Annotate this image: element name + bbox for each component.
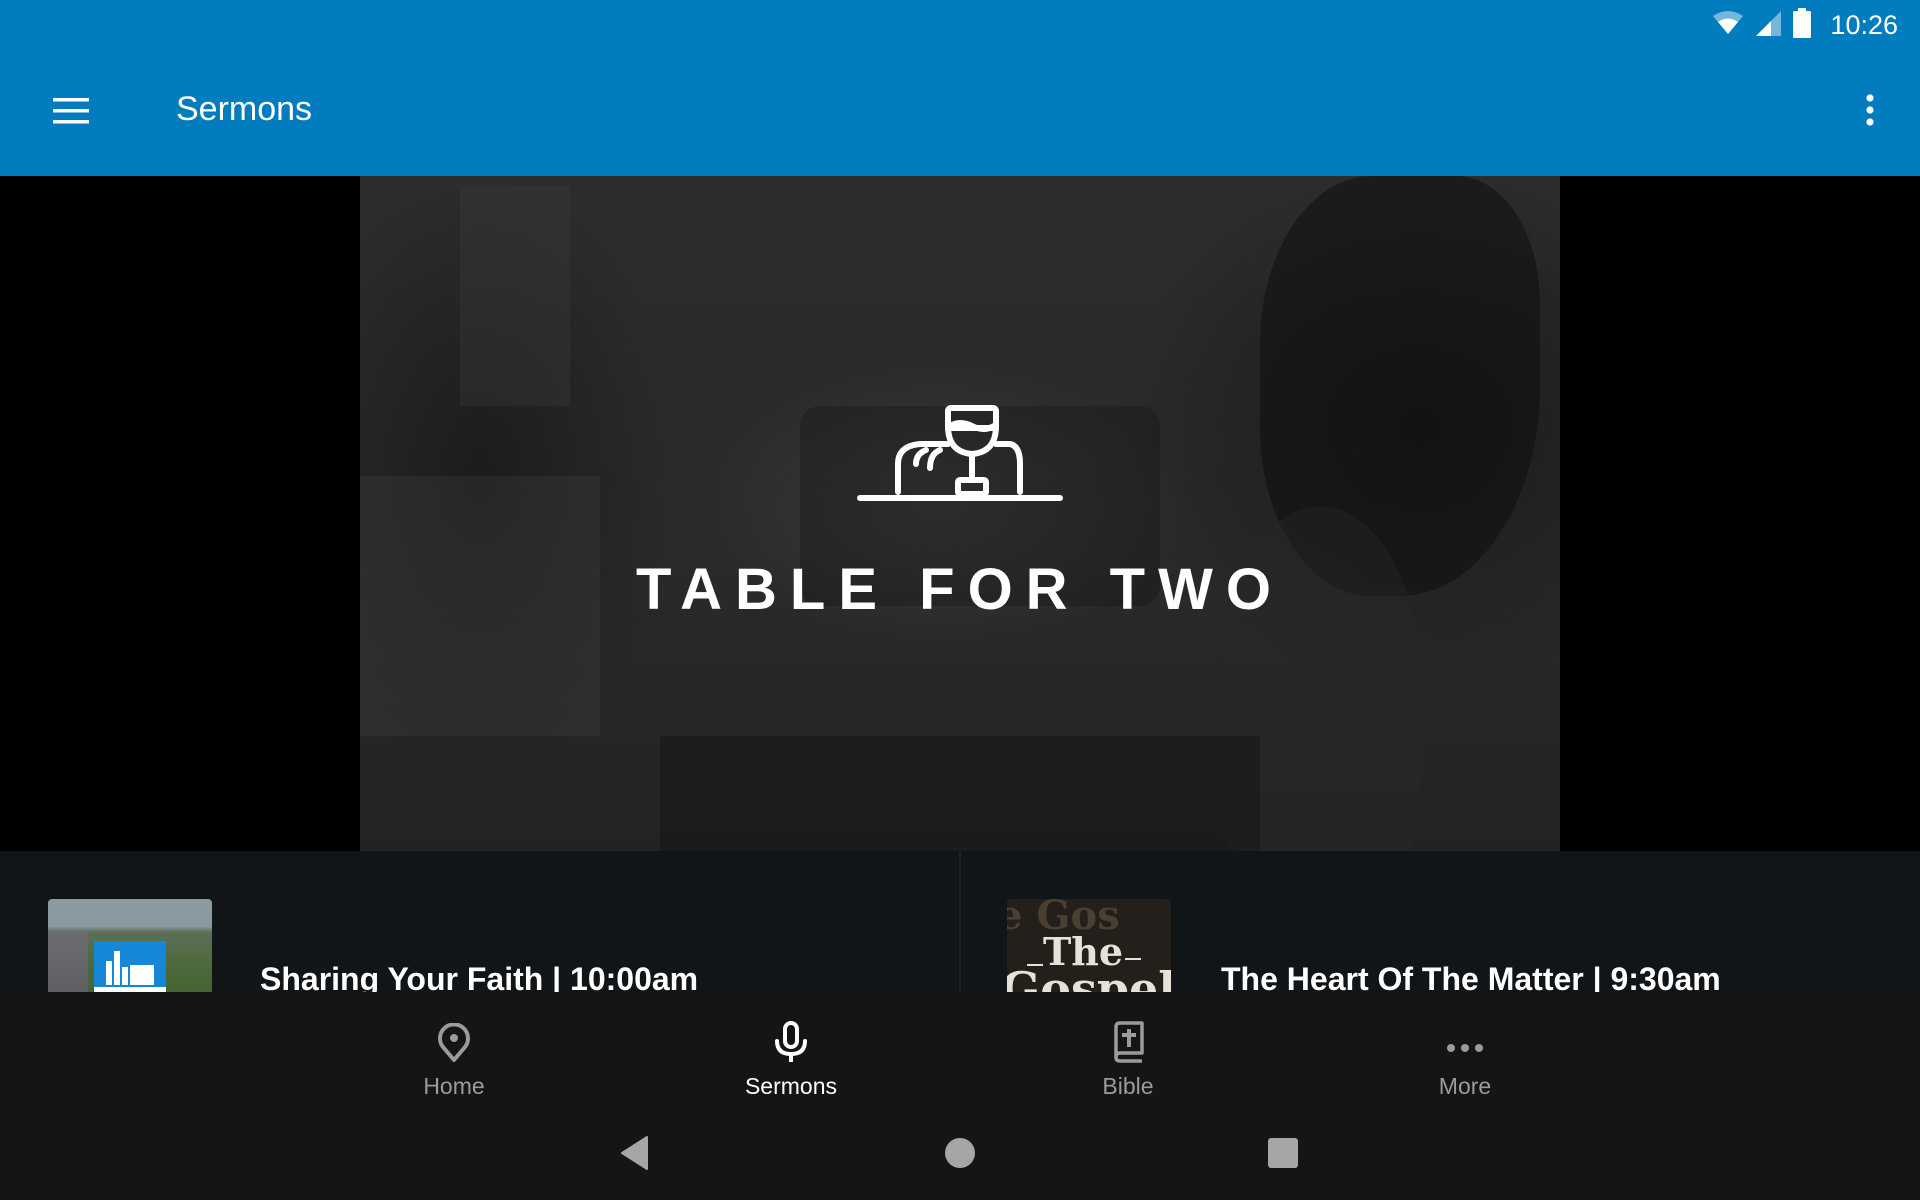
sermon-title: Sharing Your Faith | 10:00am <box>260 961 699 992</box>
person-at-table-icon <box>850 402 1070 517</box>
recents-icon <box>1267 1137 1299 1174</box>
nav-item-bible[interactable]: Bible <box>1028 992 1228 1100</box>
sermon-card[interactable]: Sharing Your Faith | 10:00am <box>0 851 958 992</box>
microphone-icon <box>774 1010 808 1063</box>
system-navigation-bar <box>0 1100 1920 1200</box>
nav-label: Bible <box>1102 1073 1154 1099</box>
more-vertical-icon <box>1865 93 1875 133</box>
page-title: Sermons <box>176 90 313 128</box>
back-icon <box>619 1135 651 1176</box>
location-pin-icon <box>436 1010 472 1063</box>
sermon-list: Sharing Your Faith | 10:00am e Gos The G… <box>0 851 1920 992</box>
nav-label: More <box>1438 1073 1492 1099</box>
bookshelf-shape <box>460 186 570 406</box>
bottom-navigation: Home Sermons Bible More <box>0 992 1920 1100</box>
cell-signal-icon <box>1754 9 1782 42</box>
nav-label: Home <box>423 1073 485 1099</box>
back-button[interactable] <box>610 1130 660 1180</box>
status-bar: 10:26 <box>0 0 1920 48</box>
hamburger-menu-icon <box>51 96 91 131</box>
nav-item-more[interactable]: More <box>1365 992 1565 1100</box>
menu-button[interactable] <box>36 78 106 148</box>
home-button[interactable] <box>935 1130 985 1180</box>
street-strip <box>48 931 88 992</box>
nav-label: Sermons <box>744 1073 838 1099</box>
sermon-title: The Heart Of The Matter | 9:30am <box>1221 961 1721 992</box>
bible-icon <box>1110 1010 1146 1063</box>
floor-shape <box>660 736 1260 851</box>
app-bar: Sermons <box>0 48 1920 176</box>
the-gospel-thumbnail: e Gos The Gospel <box>1007 899 1171 992</box>
more-horizontal-icon <box>1445 1010 1485 1063</box>
featured-series-title: TABLE FOR TWO <box>636 557 1284 622</box>
sermon-card[interactable]: e Gos The Gospel The Heart Of The Matter… <box>961 851 1919 992</box>
overflow-menu-button[interactable] <box>1840 78 1900 148</box>
nav-item-sermons[interactable]: Sermons <box>691 992 891 1100</box>
status-time: 10:26 <box>1830 9 1898 40</box>
church-logo <box>94 941 166 992</box>
battery-icon <box>1792 7 1812 43</box>
svg-text:Gospel: Gospel <box>1007 962 1171 992</box>
church-building-thumbnail <box>48 899 212 992</box>
home-icon <box>944 1137 976 1174</box>
nav-item-home[interactable]: Home <box>354 992 554 1100</box>
wifi-icon <box>1712 10 1744 41</box>
recents-button[interactable] <box>1258 1130 1308 1180</box>
featured-series-banner: TABLE FOR TWO <box>0 176 1920 851</box>
featured-series-image[interactable]: TABLE FOR TWO <box>360 176 1560 851</box>
status-icons: 10:26 <box>1712 7 1898 43</box>
